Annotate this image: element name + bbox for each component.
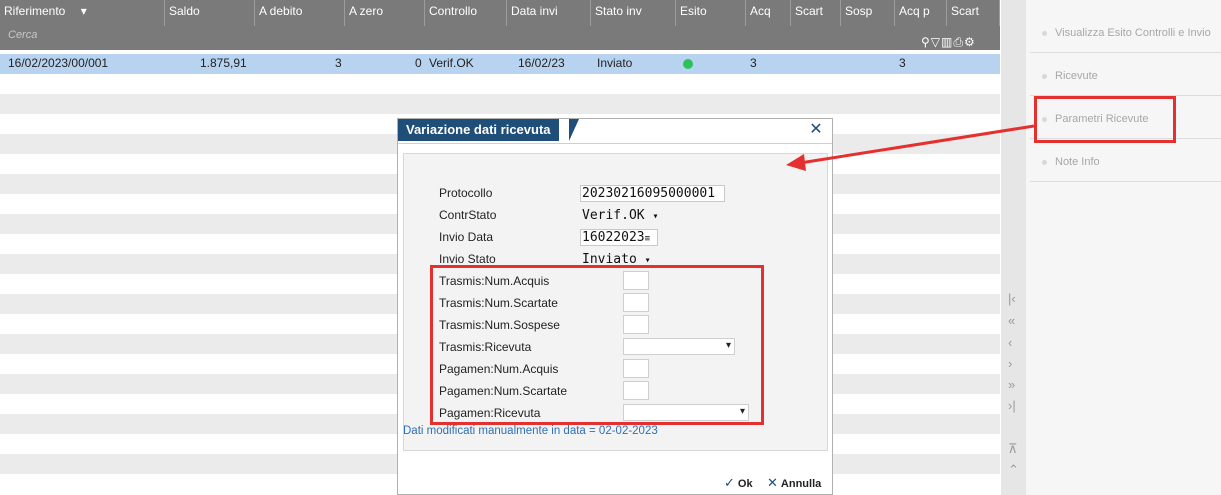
arrow-head: [786, 154, 806, 171]
annotation-arrow: [786, 124, 1035, 171]
arrow-line: [799, 124, 1035, 165]
